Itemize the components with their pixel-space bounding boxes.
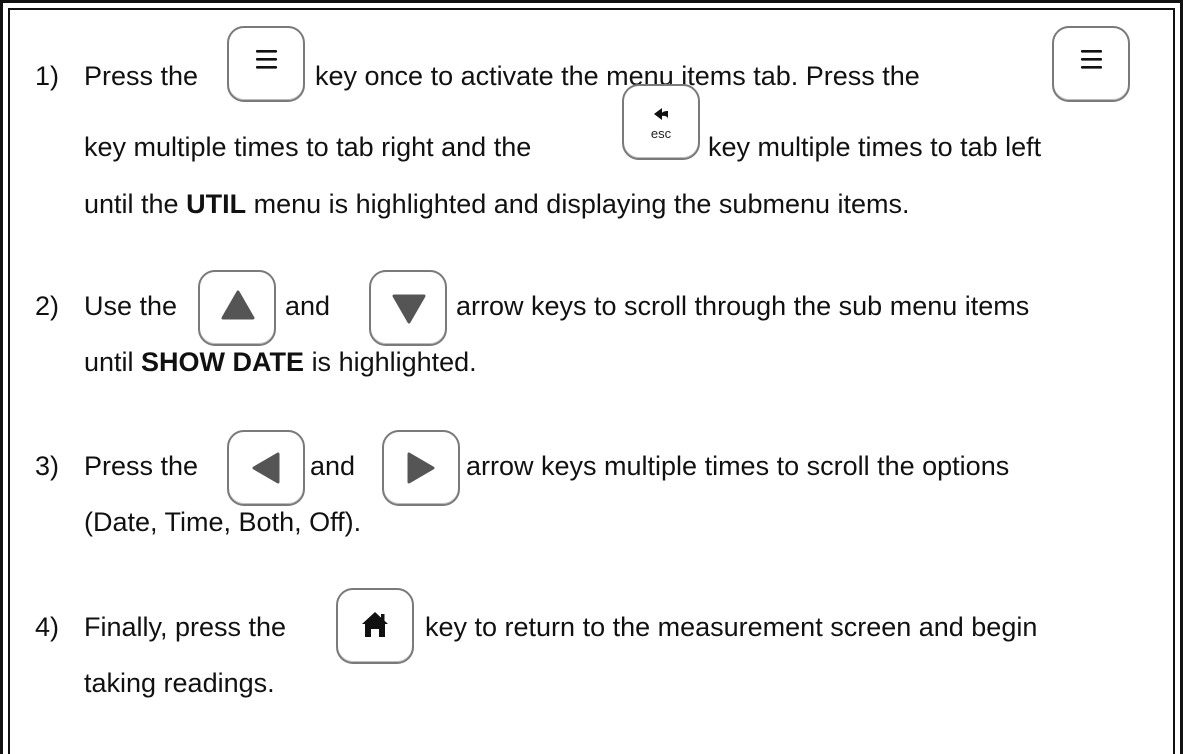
step-4-text-a: Finally, press the [84, 612, 287, 642]
step-2-text-b: arrow keys to scroll through the sub men… [456, 291, 1030, 321]
step-2-and: and [285, 291, 331, 321]
step-1-text-e: until the UTIL menu is highlighted and d… [84, 188, 910, 220]
step-4-text-b: key to return to the measurement screen … [425, 612, 1038, 642]
esc-label: esc [650, 126, 672, 141]
right-key-button [382, 430, 460, 506]
step-1-text-d: key multiple times to tab left [708, 132, 1042, 162]
step-1-until: until the [84, 189, 179, 219]
step-2-until: until [84, 347, 134, 377]
step-4-text-c: taking readings. [84, 668, 275, 698]
home-key-button [336, 588, 414, 664]
step-2-highlighted: is highlighted. [311, 347, 477, 377]
esc-key-button: esc [622, 84, 700, 160]
down-key-button [369, 270, 447, 346]
step-1-util-bold: UTIL [186, 189, 247, 219]
step-3-text-c: (Date, Time, Both, Off). [84, 507, 362, 537]
menu-key-button [227, 26, 305, 102]
menu-icon [256, 50, 277, 69]
left-key-button [227, 430, 305, 506]
right-arrow-icon [407, 452, 435, 484]
step-2-number: 2) [35, 291, 60, 321]
up-arrow-icon [221, 290, 255, 320]
down-arrow-icon [392, 294, 426, 324]
step-2-show-date-bold: SHOW DATE [141, 347, 305, 377]
left-arrow-icon [252, 452, 280, 484]
step-3-and: and [310, 451, 356, 481]
step-1-number: 1) [35, 61, 60, 91]
menu-icon [1081, 50, 1102, 69]
step-3-number: 3) [35, 451, 60, 481]
step-3-text-b: arrow keys multiple times to scroll the … [466, 451, 1010, 481]
step-3-text-a: Press the [84, 451, 199, 481]
up-key-button [198, 270, 276, 346]
menu-key-button-2 [1052, 26, 1130, 102]
step-1-text-c: key multiple times to tab right and the [84, 132, 532, 162]
step-1-menu-rest: menu is highlighted and displaying the s… [253, 189, 910, 219]
step-1-text-b: key once to activate the menu items tab.… [315, 61, 920, 91]
back-arrow-icon [654, 108, 668, 120]
step-2-text-a: Use the [84, 291, 178, 321]
home-icon [362, 612, 388, 637]
step-2-text-c: until SHOW DATE is highlighted. [84, 346, 477, 378]
step-1-text-a: Press the [84, 61, 199, 91]
step-4-number: 4) [35, 612, 60, 642]
